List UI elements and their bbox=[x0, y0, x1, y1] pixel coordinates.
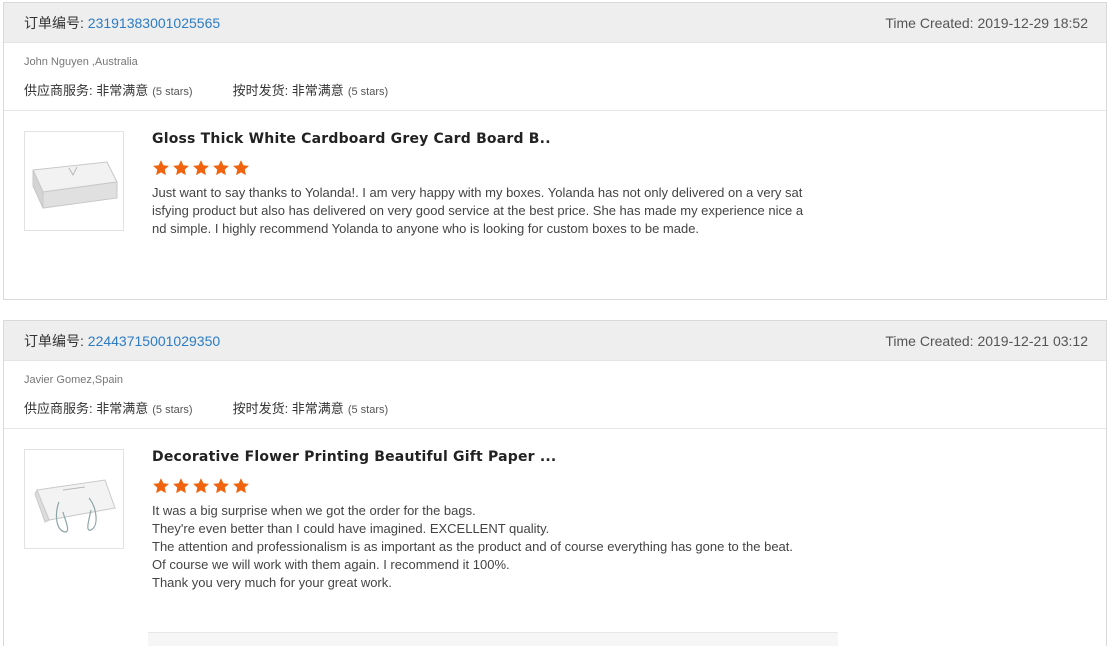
product-review: Gloss Thick White Cardboard Grey Card Bo… bbox=[4, 111, 1106, 238]
supplier-service-stars: (5 stars) bbox=[152, 404, 193, 416]
buyer-info: Javier Gomez,Spain 供应商服务: 非常满意 (5 stars) … bbox=[4, 361, 1106, 429]
star-icon bbox=[153, 478, 169, 494]
star-icon bbox=[173, 160, 189, 176]
supplier-service-rating: 供应商服务: 非常满意 (5 stars) bbox=[24, 80, 193, 99]
review-card: 订单编号: 22443715001029350 Time Created: 20… bbox=[3, 320, 1107, 646]
star-icon bbox=[213, 160, 229, 176]
star-icon bbox=[213, 478, 229, 494]
review-header: 订单编号: 23191383001025565 Time Created: 20… bbox=[4, 3, 1106, 43]
star-icon bbox=[173, 478, 189, 494]
followup-reply-box bbox=[148, 632, 838, 646]
star-icon bbox=[193, 478, 209, 494]
time-created-label: Time Created: bbox=[885, 332, 978, 349]
shipping-label: 按时发货: 非常满意 bbox=[232, 401, 344, 416]
star-icon bbox=[153, 160, 169, 176]
review-text: It was a big surprise when we got the or… bbox=[152, 503, 793, 590]
supplier-service-rating: 供应商服务: 非常满意 (5 stars) bbox=[24, 398, 193, 417]
order-number-link[interactable]: 23191383001025565 bbox=[88, 15, 220, 31]
service-ratings: 供应商服务: 非常满意 (5 stars) 按时发货: 非常满意 (5 stars) bbox=[24, 80, 1106, 99]
review-card: 订单编号: 23191383001025565 Time Created: 20… bbox=[3, 2, 1107, 300]
product-title-link[interactable]: Decorative Flower Printing Beautiful Gif… bbox=[152, 449, 804, 465]
review-content: Gloss Thick White Cardboard Grey Card Bo… bbox=[152, 131, 804, 238]
shipping-stars: (5 stars) bbox=[347, 404, 389, 416]
order-number-label: 订单编号: bbox=[24, 14, 88, 31]
star-icon bbox=[233, 160, 249, 176]
review-text: Just want to say thanks to Yolanda!. I a… bbox=[152, 185, 804, 236]
time-created-value: 2019-12-21 03:12 bbox=[977, 332, 1088, 349]
star-rating bbox=[152, 159, 804, 177]
star-rating bbox=[152, 477, 804, 495]
time-created: Time Created: 2019-12-21 03:12 bbox=[885, 333, 1088, 349]
shipping-rating: 按时发货: 非常满意 (5 stars) bbox=[233, 80, 389, 99]
order-number-group: 订单编号: 23191383001025565 bbox=[24, 13, 220, 33]
review-content: Decorative Flower Printing Beautiful Gif… bbox=[152, 449, 804, 592]
order-number-label: 订单编号: bbox=[24, 332, 88, 349]
buyer-name-country: Javier Gomez,Spain bbox=[24, 374, 124, 386]
white-paper-bag-image[interactable] bbox=[24, 449, 124, 549]
buyer-name-country: John Nguyen ,Australia bbox=[24, 56, 138, 68]
supplier-service-stars: (5 stars) bbox=[152, 86, 193, 98]
supplier-service-label: 供应商服务: 非常满意 bbox=[24, 83, 149, 98]
star-icon bbox=[233, 478, 249, 494]
product-review: Decorative Flower Printing Beautiful Gif… bbox=[4, 429, 1106, 592]
order-number-group: 订单编号: 22443715001029350 bbox=[24, 331, 220, 351]
product-title-link[interactable]: Gloss Thick White Cardboard Grey Card Bo… bbox=[152, 131, 804, 147]
shipping-stars: (5 stars) bbox=[347, 86, 389, 98]
buyer-info: John Nguyen ,Australia 供应商服务: 非常满意 (5 sta… bbox=[4, 43, 1106, 111]
time-created-label: Time Created: bbox=[885, 14, 978, 31]
supplier-service-label: 供应商服务: 非常满意 bbox=[24, 401, 149, 416]
white-gift-box-image[interactable] bbox=[24, 131, 124, 231]
time-created: Time Created: 2019-12-29 18:52 bbox=[885, 15, 1088, 31]
shipping-label: 按时发货: 非常满意 bbox=[232, 83, 344, 98]
order-number-link[interactable]: 22443715001029350 bbox=[88, 333, 220, 349]
star-icon bbox=[193, 160, 209, 176]
time-created-value: 2019-12-29 18:52 bbox=[977, 14, 1088, 31]
review-header: 订单编号: 22443715001029350 Time Created: 20… bbox=[4, 321, 1106, 361]
reviews-list: 订单编号: 23191383001025565 Time Created: 20… bbox=[0, 0, 1107, 646]
shipping-rating: 按时发货: 非常满意 (5 stars) bbox=[233, 398, 389, 417]
service-ratings: 供应商服务: 非常满意 (5 stars) 按时发货: 非常满意 (5 stars) bbox=[24, 398, 1106, 417]
